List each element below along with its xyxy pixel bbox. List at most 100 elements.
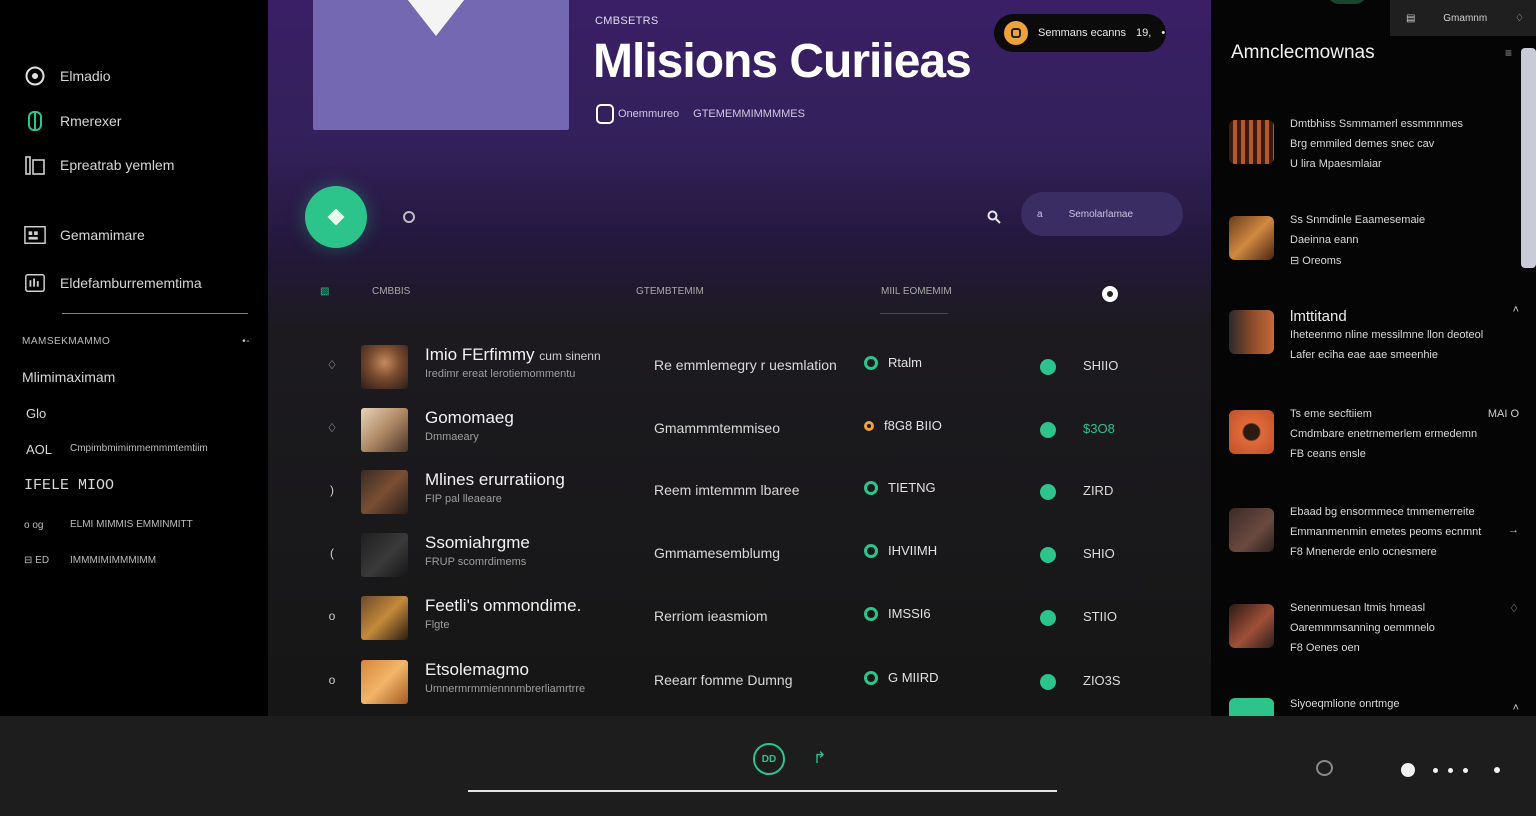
track-status: IMSSI6 [864, 606, 931, 621]
sidebar-item-playlists[interactable]: Eldefamburrememtima [24, 272, 202, 294]
owner-icon [596, 104, 614, 124]
track-album[interactable]: Gmammmtemmiseo [654, 420, 780, 436]
track-artist[interactable]: FIP pal lleaeare [425, 493, 502, 505]
track-status: IHVIIMH [864, 543, 937, 558]
search-prefix: a [1037, 208, 1043, 220]
track-artist[interactable]: Flgte [425, 619, 449, 631]
panel-item-text: Senenmuesan ltmis hmeasl [1290, 602, 1426, 614]
panel-item-action-icon[interactable]: ˄ [1513, 702, 1519, 714]
column-title[interactable]: CMBBIS [372, 286, 410, 297]
sidebar-item-home[interactable]: Elmadio [24, 65, 111, 87]
sort-icon[interactable]: ▧ [320, 286, 329, 297]
sidebar-item-explore[interactable]: Rmerexer [24, 110, 121, 132]
column-underline [880, 313, 948, 314]
duration-clock-icon [1102, 286, 1118, 302]
track-album[interactable]: Gmmamesemblumg [654, 545, 780, 561]
panel-tab-dropdown-icon: ♢ [1515, 12, 1524, 24]
sidebar-playlist-item[interactable]: Cmpimbmimimmemmmtemtiim [70, 443, 208, 454]
track-duration: SHIIO [1083, 358, 1119, 373]
track-artist[interactable]: Iredimr ereat lerotiemommentu [425, 368, 575, 380]
panel-item-text: F8 Mnenerde enlo ocnesmere [1290, 546, 1437, 558]
sidebar-playlist-item[interactable]: IMMMIMIMMMIMM [70, 555, 156, 566]
track-album[interactable]: Rerriom ieasmiom [654, 608, 768, 624]
volume-icon[interactable] [1316, 760, 1333, 776]
more-options-icon[interactable] [403, 211, 415, 223]
sidebar-playlist-item[interactable]: IFELE MIOO [24, 477, 114, 494]
panel-scrollbar[interactable] [1521, 48, 1536, 268]
track-artist[interactable]: Dmmaeary [425, 431, 479, 443]
panel-item-action-icon[interactable]: ˄ [1513, 304, 1519, 316]
track-artist[interactable]: Umnermrmmiennnmbrerliamrtrre [425, 683, 585, 695]
sidebar-section-title: MAMSEKMAMMO [22, 336, 111, 347]
panel-item-action-icon[interactable]: MAI O [1488, 408, 1519, 420]
track-status: G MIIRD [864, 670, 939, 685]
status-dot-icon [1040, 674, 1056, 690]
status-ring-icon [864, 420, 874, 431]
player-options[interactable] [1401, 763, 1500, 777]
next-icon[interactable]: ↱ [813, 748, 826, 768]
panel-item-text: Cmdmbare enetrnemerlem ermedemn [1290, 428, 1478, 440]
calendar-icon [24, 224, 46, 246]
panel-item-text: Daeinna eann [1290, 234, 1359, 246]
sidebar-section-toggle[interactable]: •- [242, 336, 250, 347]
panel-item-action-icon[interactable]: ♢ [1509, 602, 1519, 615]
panel-item-thumbnail [1229, 508, 1274, 552]
status-dot-icon [1040, 359, 1056, 375]
now-playing-pill[interactable]: Semmans ecanns 19, • [994, 14, 1166, 52]
track-title[interactable]: Gomomaeg [425, 408, 514, 428]
track-status: f8G8 BIIO [864, 418, 942, 433]
panel-item-action-icon[interactable]: → [1508, 524, 1519, 536]
sidebar-playlist-item[interactable]: Mlimimaximam [22, 369, 115, 385]
track-title[interactable]: Imio FErfimmy cum sinenn [425, 345, 601, 365]
panel-tab[interactable]: ▤ Gmamnm ♢ [1390, 0, 1536, 36]
track-album[interactable]: Reearr fomme Dumng [654, 672, 793, 688]
track-number: ( [330, 546, 334, 560]
sidebar-playlist-prefix: o og [24, 520, 44, 531]
panel-item-thumbnail [1229, 698, 1274, 716]
track-thumbnail [361, 345, 408, 389]
column-status[interactable]: MIIL EOMEMIM [881, 286, 952, 297]
menu-icon[interactable]: ≡ [1505, 46, 1512, 60]
table-row[interactable]: ♢ Imio FErfimmy cum sinenn Iredimr ereat l… [268, 338, 1211, 398]
track-title[interactable]: Ssomiahrgme [425, 533, 530, 553]
sidebar-playlist-prefix: AOL [26, 442, 53, 457]
column-album[interactable]: GTEMBTEMIM [636, 286, 704, 297]
search-input[interactable]: a Semolarlamae [1021, 192, 1183, 236]
sidebar-playlist-item[interactable]: Glo [26, 406, 46, 421]
table-row[interactable]: o Feetli's ommondime. Flgte Rerriom ieasmi… [268, 589, 1211, 649]
sidebar-item-label: Rmerexer [60, 113, 122, 129]
track-thumbnail [361, 470, 408, 514]
panel-item-thumbnail [1229, 216, 1274, 260]
status-dot-icon [1040, 610, 1056, 626]
search-icon[interactable] [987, 210, 1001, 224]
progress-bar[interactable] [468, 790, 1057, 792]
cover-shape-icon [400, 0, 472, 36]
sidebar: Elmadio Rmerexer Epreatrab yemlem Gemami… [0, 0, 268, 716]
table-header: ▧ CMBBIS GTEMBTEMIM MIIL EOMEMIM [318, 284, 1128, 304]
panel-item-text: ⊟ Oreoms [1290, 255, 1342, 267]
track-album[interactable]: Reem imtemmm lbaree [654, 482, 799, 498]
player-bar: DD ↱ [0, 716, 1536, 816]
table-row[interactable]: o Etsolemagmo Umnermrmmiennnmbrerliamrtrr… [268, 653, 1211, 713]
track-artist[interactable]: FRUP scomrdimems [425, 556, 526, 568]
playlist-owner[interactable]: Onemmureo [618, 108, 679, 120]
sidebar-item-calendar[interactable]: Gemamimare [24, 224, 145, 246]
track-title[interactable]: Mlines erurratiiong [425, 470, 565, 490]
sidebar-playlist-item[interactable]: ELMI MIMMIS EMMINMITT [70, 519, 193, 530]
track-number: ♢ [326, 358, 338, 372]
play-button[interactable] [305, 186, 367, 248]
panel-item-text: lmttitand [1290, 308, 1347, 325]
track-title[interactable]: Feetli's ommondime. [425, 596, 581, 616]
table-row[interactable]: ( Ssomiahrgme FRUP scomrdimems Gmmamesembl… [268, 526, 1211, 586]
status-ring-icon [864, 355, 878, 370]
track-number: ♢ [326, 421, 338, 435]
player-play-button[interactable]: DD [753, 743, 785, 775]
panel-accent [1327, 0, 1367, 4]
table-row[interactable]: ♢ Gomomaeg Dmmaeary Gmammmtemmiseo f8G8 BII… [268, 401, 1211, 461]
table-row[interactable]: ) Mlines erurratiiong FIP pal lleaeare Ree… [268, 463, 1211, 523]
track-album[interactable]: Re emmlemegry r uesmlation [654, 357, 837, 373]
sidebar-divider [62, 313, 248, 314]
sidebar-item-library[interactable]: Epreatrab yemlem [24, 154, 174, 176]
panel-tab-label: Gmamnm [1443, 12, 1488, 24]
track-title[interactable]: Etsolemagmo [425, 660, 529, 680]
